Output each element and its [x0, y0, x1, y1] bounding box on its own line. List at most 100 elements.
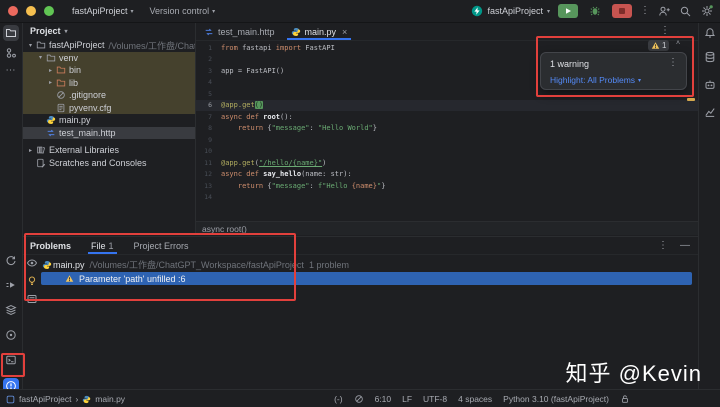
- tree-item-pyvenv-cfg[interactable]: pyvenv.cfg: [23, 102, 195, 115]
- tab-project-errors[interactable]: Project Errors: [134, 237, 189, 254]
- window-minimize-button[interactable]: [26, 6, 36, 16]
- chevron-down-icon[interactable]: ▾: [26, 42, 35, 49]
- python-console-tool-button[interactable]: [3, 327, 19, 343]
- tree-item-test-main-http[interactable]: test_main.http: [23, 127, 195, 140]
- tab-main-py[interactable]: main.py ×: [283, 23, 356, 40]
- status-item[interactable]: UTF-8: [423, 394, 447, 404]
- quick-fix-lightbulb-icon[interactable]: [26, 275, 38, 287]
- chevron-right-icon[interactable]: ▸: [46, 79, 55, 86]
- code-line-12[interactable]: 12async def say_hello(name: str):: [196, 169, 698, 181]
- popup-menu-icon[interactable]: ⋮: [668, 58, 678, 68]
- libs-icon: [35, 145, 46, 155]
- context-breadcrumb-bar: async root(): [196, 221, 698, 235]
- code-line-9[interactable]: 9: [196, 134, 698, 146]
- services-tool-button[interactable]: [3, 302, 19, 318]
- inspection-settings-icon[interactable]: [26, 293, 38, 305]
- window-close-button[interactable]: [8, 6, 18, 16]
- highlight-problems-link[interactable]: Highlight: All Problems ▾: [550, 75, 641, 85]
- database-tool-button[interactable]: [702, 49, 718, 65]
- problems-warning-row[interactable]: Parameter 'path' unfilled :6: [41, 272, 692, 285]
- version-control-menu[interactable]: Version control▾: [150, 6, 216, 16]
- tree-item-main-py[interactable]: main.py: [23, 114, 195, 127]
- context-breadcrumb[interactable]: async root(): [202, 224, 247, 234]
- code-line-7[interactable]: 7async def root():: [196, 111, 698, 123]
- problems-panel-title[interactable]: Problems: [30, 241, 71, 251]
- lock-icon[interactable]: [620, 394, 630, 404]
- tree-item-label: .gitignore: [69, 90, 106, 100]
- window-zoom-button[interactable]: [44, 6, 54, 16]
- status-breadcrumb-project[interactable]: fastApiProject: [19, 394, 71, 404]
- run-configuration-select[interactable]: fastApiProject ▾: [471, 5, 550, 17]
- tree-item-path: /Volumes/工作盘/ChatGPT_Work: [109, 39, 195, 52]
- config-icon: [55, 103, 66, 113]
- project-menu[interactable]: fastApiProject▾: [72, 6, 134, 16]
- right-tool-strip: [698, 23, 720, 389]
- python-icon: [45, 115, 56, 125]
- tree-item-fastapiproject[interactable]: ▾fastApiProject/Volumes/工作盘/ChatGPT_Work: [23, 39, 195, 52]
- ai-assistant-tool-button[interactable]: [702, 77, 718, 93]
- highlighting-level-icon[interactable]: [354, 394, 364, 404]
- tree-item-label: External Libraries: [49, 145, 119, 155]
- code-line-8[interactable]: 8 return {"message": "Hello World"}: [196, 123, 698, 135]
- tree-item-label: pyvenv.cfg: [69, 103, 111, 113]
- terminal-tool-button[interactable]: [3, 352, 19, 368]
- code-with-me-users-icon[interactable]: [658, 5, 671, 18]
- folderEx-icon: [55, 78, 66, 88]
- more-actions-icon[interactable]: ⋮: [640, 6, 650, 16]
- tree-item-label: lib: [69, 78, 78, 88]
- status-item[interactable]: LF: [402, 394, 412, 404]
- tab-test-main-http[interactable]: test_main.http: [196, 23, 283, 40]
- collapse-widget-icon[interactable]: ˄: [676, 40, 680, 47]
- tree-item-scratches-and-consoles[interactable]: Scratches and Consoles: [23, 157, 195, 170]
- code-line-10[interactable]: 10: [196, 146, 698, 158]
- commit-tool-button[interactable]: [3, 45, 19, 61]
- code-line-6[interactable]: 6@app.get(): [196, 100, 698, 112]
- tree-item-venv[interactable]: ▾venv: [23, 52, 195, 65]
- line-number: 14: [196, 193, 212, 201]
- line-number: 8: [196, 124, 212, 132]
- inspection-widget[interactable]: 1: [648, 40, 669, 51]
- stop-button[interactable]: [612, 4, 632, 18]
- tree-item-label: Scratches and Consoles: [49, 158, 147, 168]
- close-tab-icon[interactable]: ×: [342, 27, 347, 37]
- python-packages-tool-button[interactable]: [3, 253, 19, 269]
- hide-panel-icon[interactable]: —: [680, 240, 690, 251]
- debug-button[interactable]: [586, 4, 604, 18]
- project-tool-button[interactable]: [3, 25, 19, 41]
- view-options-eye-icon[interactable]: [26, 257, 38, 269]
- code-line-14[interactable]: 14: [196, 192, 698, 204]
- status-item[interactable]: 6:10: [375, 394, 392, 404]
- tree-item-external-libraries[interactable]: ▸ External Libraries: [23, 144, 195, 157]
- code-text: return {"message": "Hello World"}: [221, 124, 377, 132]
- sciview-tool-button[interactable]: [702, 104, 718, 120]
- editor-options-icon[interactable]: ⋮: [660, 26, 670, 36]
- folderEx-icon: [55, 65, 66, 75]
- chevron-down-icon: ▾: [547, 8, 550, 15]
- code-line-13[interactable]: 13 return {"message": f"Hello {name}"}: [196, 180, 698, 192]
- notifications-bell-icon[interactable]: [702, 25, 718, 41]
- code-line-11[interactable]: 11@app.get("/hello/{name}"): [196, 157, 698, 169]
- status-item[interactable]: 4 spaces: [458, 394, 492, 404]
- search-everywhere-icon[interactable]: [679, 5, 692, 18]
- status-breadcrumb-file[interactable]: main.py: [95, 394, 125, 404]
- project-panel-header[interactable]: Project ▾: [23, 23, 195, 39]
- title-bar: fastApiProject▾ Version control▾ fastApi…: [0, 0, 720, 23]
- warning-stripe-mark[interactable]: [687, 98, 695, 101]
- problems-options-icon[interactable]: ⋮: [658, 241, 668, 251]
- tree-item-bin[interactable]: ▸bin: [23, 64, 195, 77]
- status-item[interactable]: Python 3.10 (fastApiProject): [503, 394, 609, 404]
- tab-label: test_main.http: [218, 27, 275, 37]
- tree-item-lib[interactable]: ▸ lib: [23, 77, 195, 90]
- tab-file[interactable]: File 1: [91, 237, 114, 254]
- problems-file-row[interactable]: main.py /Volumes/工作盘/ChatGPT_Workspace/f…: [41, 258, 349, 271]
- settings-gear-icon[interactable]: [700, 4, 714, 18]
- python-icon: [41, 260, 53, 270]
- tree-item-gitignore[interactable]: .gitignore: [23, 89, 195, 102]
- code-text: @app.get("/hello/{name}"): [221, 159, 326, 167]
- run-tool-button[interactable]: [3, 277, 19, 293]
- rerun-button[interactable]: [558, 4, 578, 18]
- chevron-right-icon[interactable]: ▸: [46, 67, 55, 74]
- chevron-down-icon[interactable]: ▾: [36, 54, 45, 61]
- more-tool-windows-icon[interactable]: ⋯: [3, 62, 19, 78]
- chevron-right-icon[interactable]: ▸: [26, 147, 35, 154]
